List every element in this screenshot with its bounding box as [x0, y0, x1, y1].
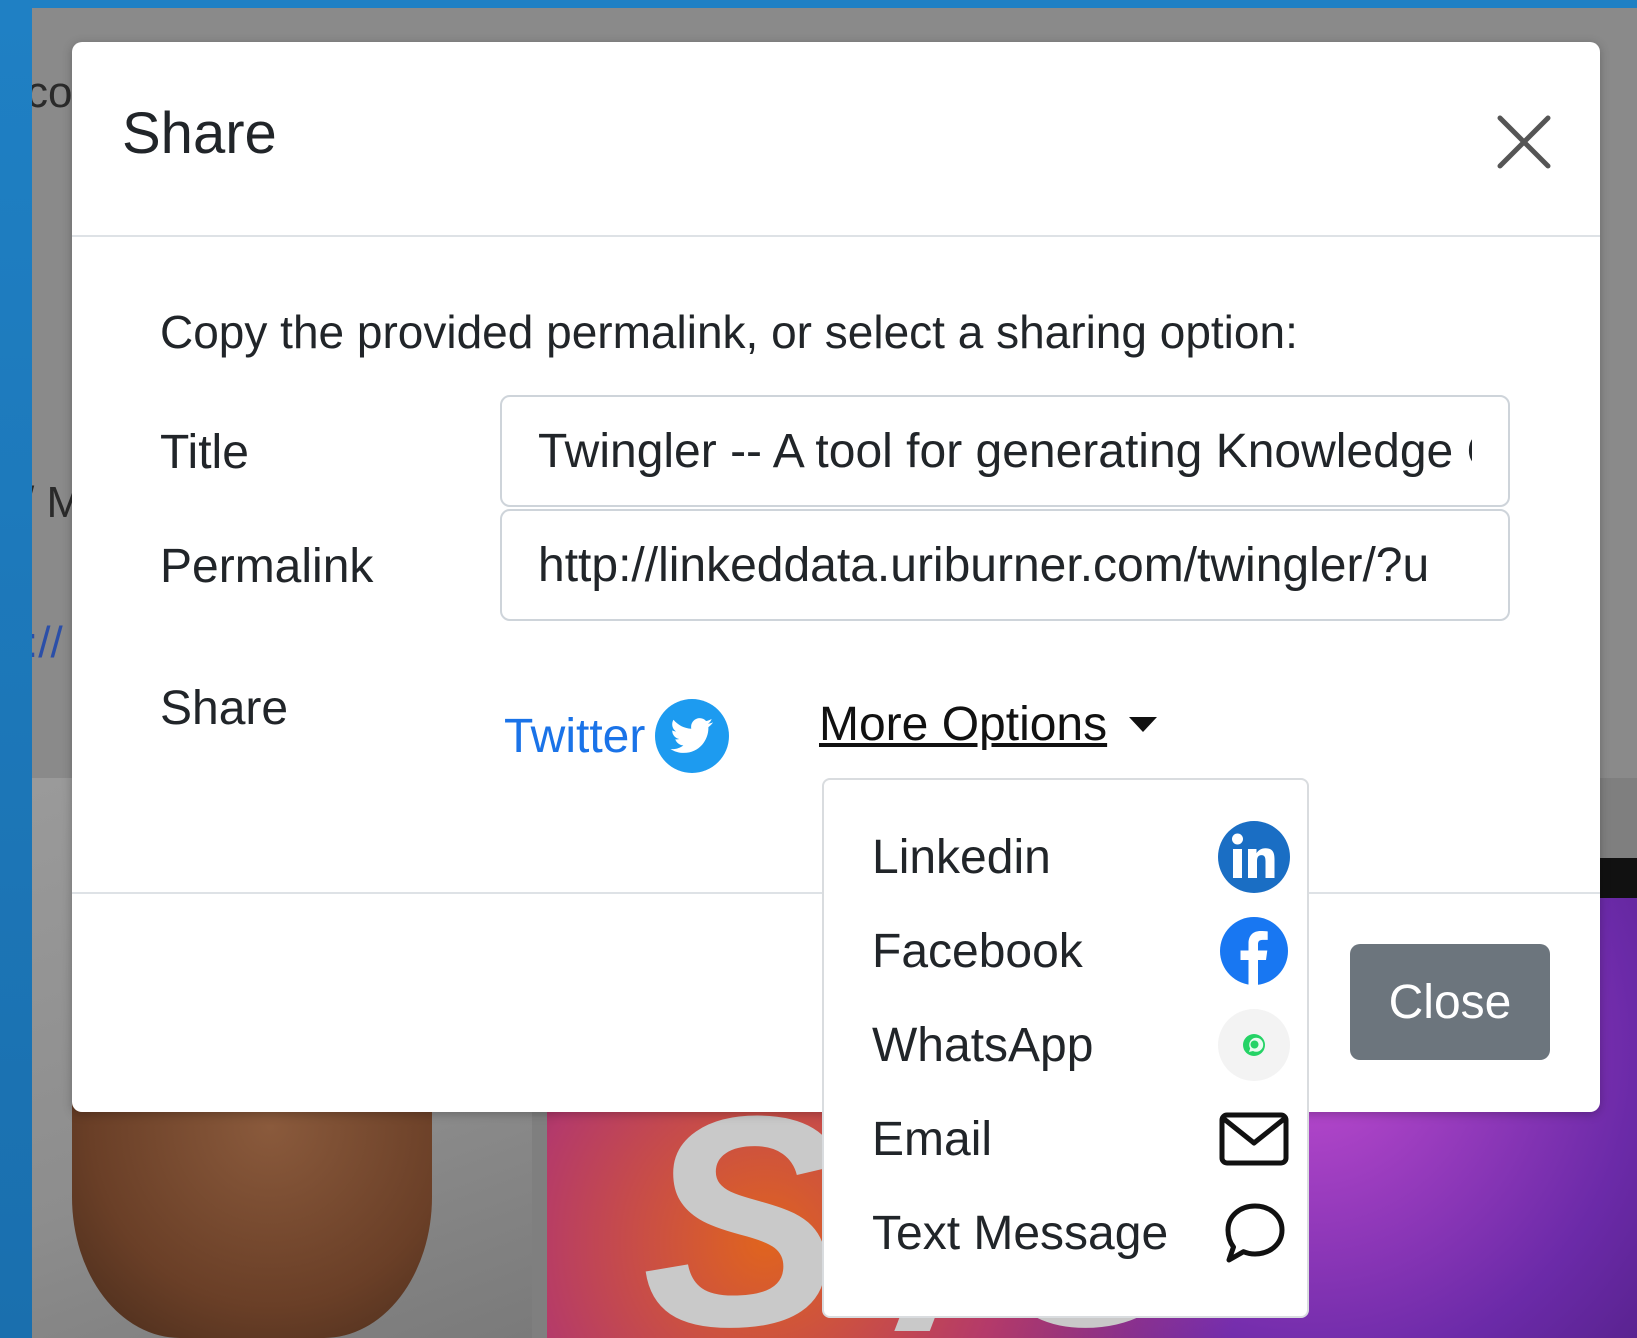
close-button[interactable]: Close	[1350, 944, 1550, 1060]
menu-item-text-message[interactable]: Text Message	[872, 1188, 1292, 1278]
menu-item-facebook[interactable]: Facebook	[872, 906, 1292, 996]
menu-item-label: WhatsApp	[872, 1018, 1094, 1072]
modal-title: Share	[122, 101, 277, 166]
title-label: Title	[160, 426, 249, 479]
caret-down-icon	[1129, 717, 1158, 732]
menu-item-label: Email	[872, 1112, 993, 1166]
more-options-dropdown-toggle[interactable]: More Options	[819, 697, 1158, 752]
window-frame-left	[0, 0, 32, 1338]
permalink-label: Permalink	[160, 540, 374, 593]
menu-item-label: Linkedin	[872, 830, 1051, 884]
facebook-icon	[1216, 913, 1292, 989]
menu-item-email[interactable]: Email	[872, 1094, 1292, 1184]
menu-item-label: Facebook	[872, 924, 1083, 978]
linkedin-icon	[1216, 819, 1292, 895]
menu-item-label: Text Message	[872, 1206, 1169, 1260]
text-message-icon	[1216, 1195, 1292, 1271]
permalink-field[interactable]	[500, 509, 1510, 621]
title-field[interactable]	[500, 395, 1510, 507]
more-options-label: More Options	[819, 698, 1108, 751]
background-text-fragment: co	[32, 68, 73, 117]
twitter-share-link[interactable]: Twitter	[504, 699, 730, 773]
menu-item-linkedin[interactable]: Linkedin	[872, 812, 1292, 902]
modal-header: Share	[72, 42, 1600, 237]
menu-item-whatsapp[interactable]: WhatsApp	[872, 1000, 1292, 1090]
window-frame-top	[0, 0, 1637, 8]
close-icon[interactable]	[1492, 110, 1556, 174]
more-options-menu: Linkedin Facebook WhatsApp Email Text Me…	[822, 778, 1309, 1318]
background-link-fragment: ://	[32, 618, 63, 667]
share-instructions: Copy the provided permalink, or select a…	[160, 306, 1298, 358]
share-label: Share	[160, 682, 289, 735]
twitter-label: Twitter	[504, 709, 646, 763]
twitter-icon	[655, 699, 730, 773]
email-icon	[1216, 1101, 1292, 1177]
whatsapp-icon	[1216, 1007, 1292, 1083]
